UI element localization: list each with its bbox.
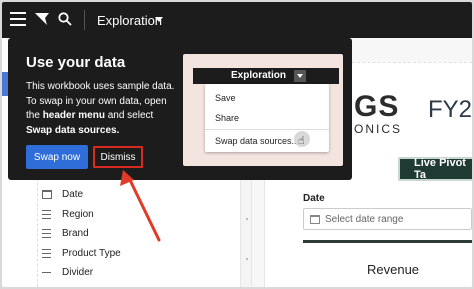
menu-icon[interactable] bbox=[10, 12, 26, 26]
header-bar: Exploration bbox=[2, 2, 472, 38]
sheet-guide-line bbox=[342, 62, 472, 63]
illustration-header: Exploration bbox=[193, 68, 339, 84]
field-label: Date bbox=[62, 189, 84, 201]
app-frame: Date Region Brand Product Type Divider G… bbox=[2, 2, 472, 287]
list-icon bbox=[42, 208, 54, 220]
section-divider bbox=[303, 240, 472, 243]
illustration-menu-item: Save bbox=[215, 93, 236, 103]
popover-body: This workbook uses sample data. To swap … bbox=[26, 80, 176, 138]
list-icon bbox=[42, 228, 54, 240]
workbook-title[interactable]: Exploration bbox=[97, 13, 162, 28]
brand-logo-text: GS bbox=[354, 90, 400, 123]
swap-now-button[interactable]: Swap now bbox=[26, 145, 88, 169]
illustration-menu-item: Share bbox=[215, 113, 240, 123]
fiscal-year-title: FY24 bbox=[428, 96, 472, 123]
popover-notch bbox=[152, 32, 164, 38]
sigma-logo-icon[interactable] bbox=[34, 12, 50, 26]
popover-title: Use your data bbox=[26, 54, 126, 71]
use-your-data-popover: Use your data This workbook uses sample … bbox=[8, 38, 352, 180]
field-item-divider[interactable]: Divider bbox=[42, 263, 232, 283]
pointer-cursor-icon: ☝ bbox=[298, 135, 305, 147]
illustration-title: Exploration bbox=[231, 70, 287, 81]
chevron-down-icon[interactable] bbox=[155, 17, 163, 22]
date-range-placeholder: Select date range bbox=[325, 213, 404, 225]
illustration-menu-item: Swap data sources... bbox=[215, 136, 300, 146]
annotation-arrow-icon bbox=[120, 170, 161, 242]
field-label: Brand bbox=[62, 228, 89, 240]
field-item-product-type[interactable]: Product Type bbox=[42, 244, 232, 264]
calendar-icon bbox=[310, 214, 320, 224]
field-label: Divider bbox=[62, 267, 94, 279]
dismiss-button[interactable]: Dismiss bbox=[93, 146, 143, 168]
live-pivot-button[interactable]: Live Pivot Ta bbox=[398, 157, 472, 181]
date-filter-label: Date bbox=[303, 193, 325, 204]
brand-logo-subtext: ONICS bbox=[354, 122, 403, 136]
illustration-chevron-icon bbox=[294, 70, 306, 82]
swap-data-illustration: Exploration Save Share Swap data sources… bbox=[183, 54, 343, 166]
revenue-chart-title: Revenue bbox=[367, 262, 420, 277]
list-icon bbox=[42, 247, 54, 259]
popover-body-text: and select bbox=[104, 110, 154, 121]
calendar-icon bbox=[42, 190, 54, 200]
search-icon[interactable] bbox=[58, 12, 72, 26]
panel-guide bbox=[30, 178, 38, 287]
field-label: Product Type bbox=[62, 247, 121, 259]
date-range-input[interactable]: Select date range bbox=[303, 208, 472, 230]
popover-body-emphasis: header menu bbox=[42, 110, 105, 121]
illustration-menu: Save Share Swap data sources... ☝ bbox=[205, 84, 329, 152]
header-divider bbox=[84, 10, 85, 30]
field-label: Region bbox=[62, 208, 94, 220]
illustration-menu-divider bbox=[205, 129, 329, 130]
divider-icon bbox=[42, 272, 54, 274]
popover-body-emphasis: Swap data sources. bbox=[26, 124, 120, 136]
